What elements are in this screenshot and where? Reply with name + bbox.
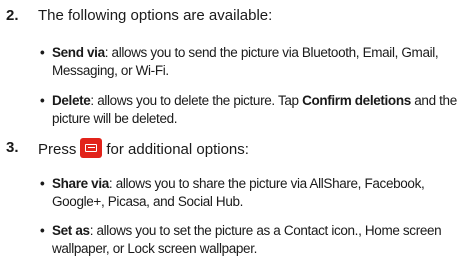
bullet-term: Send via	[52, 45, 105, 60]
bullet-term-confirm: Confirm deletions	[302, 93, 411, 108]
bullet-term: Share via	[52, 176, 109, 191]
bullet-term: Delete	[52, 93, 91, 108]
step-text-after: for additional options:	[106, 141, 249, 158]
bullet-marker: •	[40, 45, 45, 60]
bullet-send-via: • Send via: allows you to send the pictu…	[40, 44, 470, 80]
step-text-before: Press	[38, 141, 77, 158]
bullet-body: Share via: allows you to share the pictu…	[52, 175, 470, 211]
bullet-term: Set as	[52, 223, 90, 238]
bullet-description: : allows you to set the picture as a Con…	[52, 223, 442, 256]
bullet-delete: • Delete: allows you to delete the pictu…	[40, 92, 470, 128]
step-text: Press for additional options:	[38, 138, 249, 160]
bullet-marker: •	[40, 223, 45, 238]
menu-glyph	[85, 144, 98, 152]
bullet-share-via: • Share via: allows you to share the pic…	[40, 175, 470, 211]
bullet-description: : allows you to send the picture via Blu…	[52, 45, 439, 78]
menu-key-icon	[80, 138, 103, 158]
manual-page: 2. The following options are available: …	[0, 0, 474, 267]
bullet-marker: •	[40, 176, 45, 191]
step-number: 2.	[6, 7, 19, 24]
bullet-body: Send via: allows you to send the picture…	[52, 44, 470, 80]
step-number: 3.	[6, 139, 19, 156]
bullet-marker: •	[40, 93, 45, 108]
bullet-body: Set as: allows you to set the picture as…	[52, 222, 470, 258]
bullet-set-as: • Set as: allows you to set the picture …	[40, 222, 470, 258]
bullet-description: : allows you to delete the picture. Tap	[90, 93, 303, 108]
bullet-body: Delete: allows you to delete the picture…	[52, 92, 470, 128]
step-text: The following options are available:	[38, 7, 273, 24]
